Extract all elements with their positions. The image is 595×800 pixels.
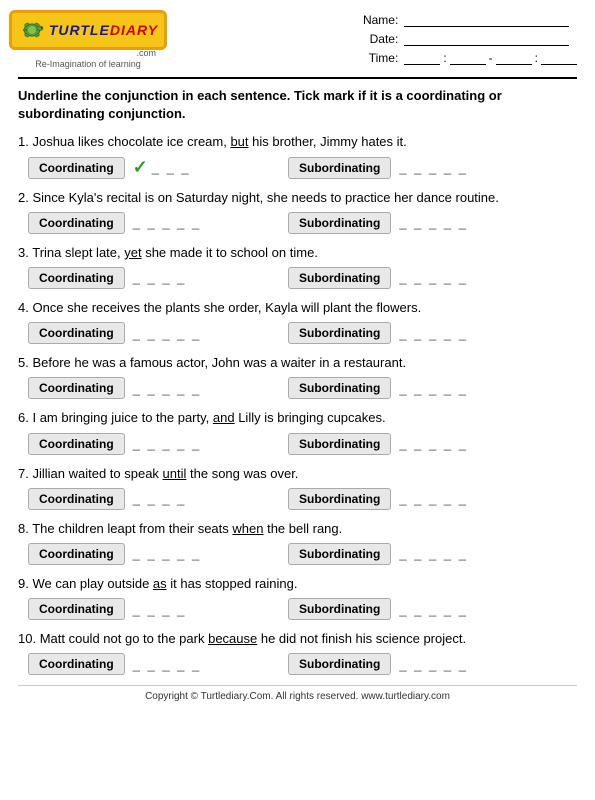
dashes-coord-1: _ _ _: [152, 160, 191, 175]
question-7: 7. Jillian waited to speak until the son…: [18, 465, 577, 510]
name-label: Name:: [358, 13, 398, 27]
question-8-text: 8. The children leapt from their seats w…: [18, 520, 577, 538]
checkmark-1: ✓: [133, 157, 148, 178]
subordinating-button-2[interactable]: Subordinating: [288, 212, 391, 234]
logo-box: TURTLEDIARY: [9, 10, 167, 50]
subordinating-button-1[interactable]: Subordinating: [288, 157, 391, 179]
coordinating-button-8[interactable]: Coordinating: [28, 543, 125, 565]
question-4-text: 4. Once she receives the plants she orde…: [18, 299, 577, 317]
page: TURTLEDIARY .com Re-Imagination of learn…: [0, 0, 595, 800]
coordinating-button-2[interactable]: Coordinating: [28, 212, 125, 234]
question-3-text: 3. Trina slept late, yet she made it to …: [18, 244, 577, 262]
instructions: Underline the conjunction in each senten…: [18, 87, 577, 123]
date-input[interactable]: [404, 31, 569, 46]
subordinating-button-10[interactable]: Subordinating: [288, 653, 391, 675]
question-1-answer: Coordinating ✓ _ _ _ Subordinating _ _ _…: [28, 157, 587, 179]
time-blank-4: [541, 50, 577, 65]
question-6-text: 6. I am bringing juice to the party, and…: [18, 409, 577, 427]
date-label: Date:: [358, 32, 398, 46]
subordinating-button-8[interactable]: Subordinating: [288, 543, 391, 565]
time-label: Time:: [358, 51, 398, 65]
question-7-text: 7. Jillian waited to speak until the son…: [18, 465, 577, 483]
question-9-answer: Coordinating _ _ _ _ Subordinating _ _ _…: [28, 598, 587, 620]
subordinating-button-4[interactable]: Subordinating: [288, 322, 391, 344]
subordinating-button-9[interactable]: Subordinating: [288, 598, 391, 620]
coordinating-button-6[interactable]: Coordinating: [28, 433, 125, 455]
tick-area-1: ✓ _ _ _: [133, 157, 191, 178]
date-field-row: Date:: [358, 31, 577, 46]
question-5: 5. Before he was a famous actor, John wa…: [18, 354, 577, 399]
question-10-answer: Coordinating _ _ _ _ _ Subordinating _ _…: [28, 653, 587, 675]
coordinating-button-7[interactable]: Coordinating: [28, 488, 125, 510]
subordinating-button-3[interactable]: Subordinating: [288, 267, 391, 289]
coordinating-button-3[interactable]: Coordinating: [28, 267, 125, 289]
coordinating-button-10[interactable]: Coordinating: [28, 653, 125, 675]
question-1: 1. Joshua likes chocolate ice cream, but…: [18, 133, 577, 178]
coordinating-button-4[interactable]: Coordinating: [28, 322, 125, 344]
question-5-answer: Coordinating _ _ _ _ _ Subordinating _ _…: [28, 377, 587, 399]
question-3: 3. Trina slept late, yet she made it to …: [18, 244, 577, 289]
turtle-icon: [18, 16, 46, 44]
questions-container: 1. Joshua likes chocolate ice cream, but…: [18, 133, 577, 675]
question-3-answer: Coordinating _ _ _ _ Subordinating _ _ _…: [28, 267, 587, 289]
question-2-answer: Coordinating _ _ _ _ _ Subordinating _ _…: [28, 212, 587, 234]
subordinating-button-5[interactable]: Subordinating: [288, 377, 391, 399]
question-4-answer: Coordinating _ _ _ _ _ Subordinating _ _…: [28, 322, 587, 344]
question-9: 9. We can play outside as it has stopped…: [18, 575, 577, 620]
logo-brand: TURTLEDIARY: [49, 22, 158, 38]
time-field-row: Time: : - :: [358, 50, 577, 65]
question-7-answer: Coordinating _ _ _ _ Subordinating _ _ _…: [28, 488, 587, 510]
question-6: 6. I am bringing juice to the party, and…: [18, 409, 577, 454]
question-1-text: 1. Joshua likes chocolate ice cream, but…: [18, 133, 577, 151]
footer: Copyright © Turtlediary.Com. All rights …: [18, 685, 577, 702]
question-10-text: 10. Matt could not go to the park becaus…: [18, 630, 577, 648]
header: TURTLEDIARY .com Re-Imagination of learn…: [18, 10, 577, 69]
logo-tagline: Re-Imagination of learning: [35, 59, 141, 69]
coordinating-button-9[interactable]: Coordinating: [28, 598, 125, 620]
question-10: 10. Matt could not go to the park becaus…: [18, 630, 577, 675]
coordinating-button-5[interactable]: Coordinating: [28, 377, 125, 399]
question-2-text: 2. Since Kyla's recital is on Saturday n…: [18, 189, 577, 207]
name-input[interactable]: [404, 12, 569, 27]
header-divider: [18, 77, 577, 79]
question-6-answer: Coordinating _ _ _ _ _ Subordinating _ _…: [28, 433, 587, 455]
name-field-row: Name:: [358, 12, 577, 27]
form-fields: Name: Date: Time: : - :: [358, 10, 577, 65]
coordinating-button-1[interactable]: Coordinating: [28, 157, 125, 179]
subordinating-button-7[interactable]: Subordinating: [288, 488, 391, 510]
question-8-answer: Coordinating _ _ _ _ _ Subordinating _ _…: [28, 543, 587, 565]
subordinating-button-6[interactable]: Subordinating: [288, 433, 391, 455]
time-blank-3: [496, 50, 532, 65]
question-8: 8. The children leapt from their seats w…: [18, 520, 577, 565]
question-4: 4. Once she receives the plants she orde…: [18, 299, 577, 344]
question-2: 2. Since Kyla's recital is on Saturday n…: [18, 189, 577, 234]
question-9-text: 9. We can play outside as it has stopped…: [18, 575, 577, 593]
dash-area-subord-1: _ _ _ _ _: [399, 160, 468, 175]
logo-com: .com: [18, 48, 158, 58]
time-blank-1: [404, 50, 440, 65]
question-5-text: 5. Before he was a famous actor, John wa…: [18, 354, 577, 372]
logo-area: TURTLEDIARY .com Re-Imagination of learn…: [18, 10, 158, 69]
time-blank-2: [450, 50, 486, 65]
time-inputs: : - :: [404, 50, 577, 65]
